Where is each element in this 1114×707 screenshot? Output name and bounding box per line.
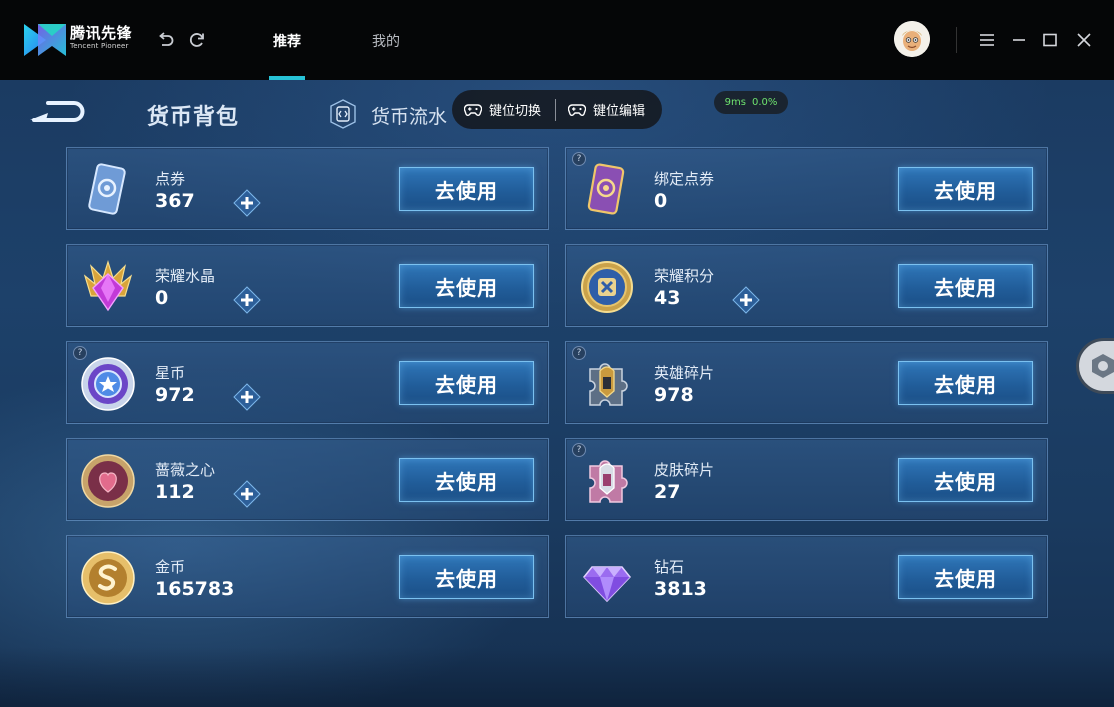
currency-value: 112 (155, 481, 195, 503)
gamepad-switch-icon (464, 103, 482, 116)
currency-card-star-coin: ? 星币 972 去使用 (66, 341, 549, 424)
undo-icon[interactable] (156, 30, 176, 50)
tab-recommend[interactable]: 推荐 (273, 31, 301, 51)
add-plus-icon[interactable] (232, 382, 262, 412)
star-coin-icon (81, 357, 135, 411)
keymap-switch-label: 键位切换 (489, 104, 542, 119)
add-plus-icon[interactable] (232, 188, 262, 218)
currency-name: 荣耀积分 (654, 267, 715, 285)
side-float-handle[interactable] (1076, 338, 1114, 394)
keymap-edit-button[interactable]: 键位编辑 (568, 100, 645, 119)
tencent-pioneer-logo-icon (24, 24, 66, 56)
add-plus-icon[interactable] (232, 479, 262, 509)
currency-card-hero-fragment: ? 英雄碎片 978 去使用 (565, 341, 1048, 424)
currency-name: 金币 (155, 558, 186, 576)
use-button[interactable]: 去使用 (898, 361, 1033, 405)
bound-voucher-card-icon (587, 163, 625, 215)
use-button[interactable]: 去使用 (399, 167, 534, 211)
currency-name: 绑定点券 (654, 170, 715, 188)
brand-name-en: Tencent Pioneer (70, 42, 129, 50)
diamond-icon (583, 566, 631, 603)
minimize-icon[interactable] (1009, 30, 1029, 50)
currency-value: 27 (654, 481, 681, 503)
currency-name: 英雄碎片 (654, 364, 715, 382)
hexagon-gear-icon (1092, 354, 1114, 378)
voucher-card-icon (88, 163, 126, 215)
currency-name: 点券 (155, 170, 186, 188)
currency-card-glory-points: 荣耀积分 43 去使用 (565, 244, 1048, 327)
currency-card-skin-fragment: ? 皮肤碎片 27 去使用 (565, 438, 1048, 521)
page-title: 货币背包 (147, 105, 240, 130)
rose-heart-icon (81, 454, 135, 508)
use-button[interactable]: 去使用 (399, 361, 534, 405)
gamepad-edit-icon (568, 103, 587, 116)
avatar-face-icon (894, 21, 930, 57)
use-button[interactable]: 去使用 (898, 264, 1033, 308)
currency-value: 0 (654, 190, 668, 212)
currency-value: 0 (155, 287, 169, 309)
currency-card-voucher: 点券 367 去使用 (66, 147, 549, 230)
glory-crystal-icon (83, 259, 133, 312)
add-plus-icon[interactable] (232, 285, 262, 315)
currency-value: 367 (155, 190, 195, 212)
back-arrow-icon[interactable] (28, 98, 88, 128)
use-button[interactable]: 去使用 (898, 555, 1033, 599)
currency-card-bound-voucher: ? 绑定点券 0 去使用 (565, 147, 1048, 230)
brand-name-cn: 腾讯先锋 (70, 24, 133, 42)
keymap-divider (555, 98, 557, 121)
currency-value: 43 (654, 287, 681, 309)
use-button[interactable]: 去使用 (898, 458, 1033, 502)
use-button[interactable]: 去使用 (399, 458, 534, 502)
currency-value: 972 (155, 384, 195, 406)
currency-name: 蔷薇之心 (155, 461, 216, 479)
menu-icon[interactable] (977, 30, 997, 50)
currency-card-gold-coin: 金币 165783 去使用 (66, 535, 549, 618)
tab-mine[interactable]: 我的 (372, 31, 400, 51)
currency-card-diamond: 钻石 3813 去使用 (565, 535, 1048, 618)
keymap-edit-label: 键位编辑 (593, 104, 646, 119)
game-viewport: 货币背包 货币流水 键位切换 键位编辑 9ms 0.0% 点券 367 去使用 … (0, 80, 1114, 707)
close-icon[interactable] (1074, 30, 1094, 50)
keymap-toolbar: 键位切换 键位编辑 (452, 90, 662, 129)
titlebar-divider (956, 27, 957, 53)
use-button[interactable]: 去使用 (399, 555, 534, 599)
user-avatar[interactable] (894, 21, 930, 57)
currency-name: 荣耀水晶 (155, 267, 216, 285)
currency-flow-tab[interactable]: 货币流水 (371, 102, 447, 129)
network-status-badge: 9ms 0.0% (714, 91, 788, 114)
use-button[interactable]: 去使用 (898, 167, 1033, 211)
brand-name: 腾讯先锋 Tencent Pioneer (70, 26, 132, 50)
skin-fragment-icon (589, 460, 628, 503)
gold-coin-icon (81, 551, 135, 605)
add-plus-icon[interactable] (731, 285, 761, 315)
keymap-switch-button[interactable]: 键位切换 (464, 100, 541, 119)
maximize-icon[interactable] (1040, 30, 1060, 50)
currency-value: 165783 (155, 578, 235, 600)
refresh-icon[interactable] (187, 30, 207, 50)
glory-points-coin-icon (581, 261, 633, 313)
currency-card-rose-heart: 蔷薇之心 112 去使用 (66, 438, 549, 521)
title-bar: 腾讯先锋 Tencent Pioneer 推荐 我的 (0, 0, 1114, 80)
currency-value: 3813 (654, 578, 707, 600)
currency-name: 星币 (155, 364, 186, 382)
currency-card-glory-crystal: 荣耀水晶 0 去使用 (66, 244, 549, 327)
currency-name: 钻石 (654, 558, 685, 576)
currency-flow-icon[interactable] (328, 98, 358, 130)
latency-value: 9ms (724, 97, 746, 108)
hero-fragment-icon (589, 363, 628, 406)
currency-name: 皮肤碎片 (654, 461, 715, 479)
use-button[interactable]: 去使用 (399, 264, 534, 308)
currency-value: 978 (654, 384, 694, 406)
packet-loss-value: 0.0% (751, 97, 778, 108)
